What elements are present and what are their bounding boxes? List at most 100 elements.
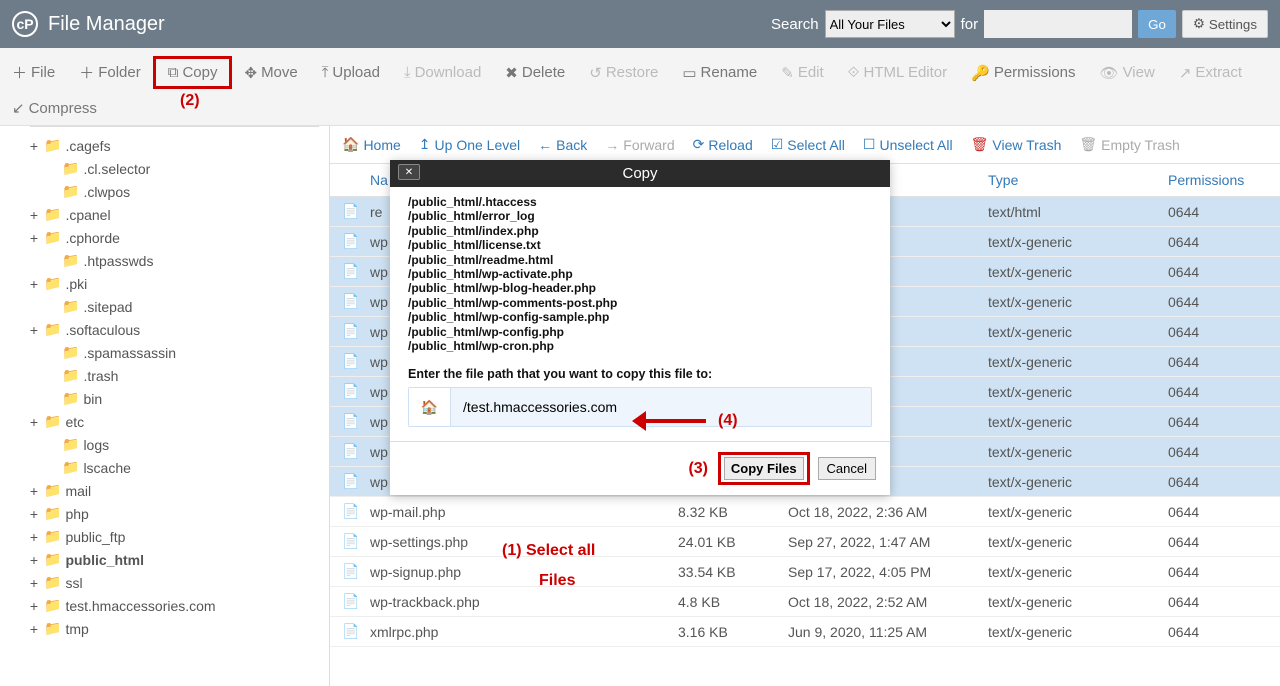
move-button[interactable]: ✥Move [232, 56, 309, 90]
x-icon: ✖ [505, 64, 518, 82]
tree-item[interactable]: 📁.htpasswds [28, 249, 329, 272]
tree-item[interactable]: 📁.sitepad [28, 295, 329, 318]
copy-icon: ⧉ [168, 64, 179, 81]
unselect-all-link[interactable]: ☐Unselect All [863, 136, 953, 153]
file-icon: 📄 [342, 503, 362, 520]
empty-trash-link[interactable]: 🗑Empty Trash [1079, 136, 1179, 153]
file-icon: 📄 [342, 563, 362, 580]
tree-item[interactable]: +📁.cpanel [28, 203, 329, 226]
path-toolbar: 🏠Home ↥Up One Level ←Back →Forward ⟳Relo… [330, 126, 1280, 164]
plus-icon: ＋ [12, 62, 27, 83]
tree-item[interactable]: +📁php [28, 502, 329, 525]
tree-item[interactable]: +📁test.hmaccessories.com [28, 594, 329, 617]
folder-icon: 📁 [44, 321, 61, 338]
up-one-level-link[interactable]: ↥Up One Level [419, 136, 520, 153]
copy-button[interactable]: ⧉Copy [153, 56, 233, 89]
file-icon: 📄 [342, 443, 362, 460]
annotation-3: (3) [688, 460, 708, 477]
tree-item[interactable]: 📁bin [28, 387, 329, 410]
extract-button[interactable]: ↗Extract [1167, 56, 1254, 90]
file-icon: 📄 [342, 473, 362, 490]
folder-icon: 📁 [62, 436, 79, 453]
folder-icon: 📁 [44, 528, 61, 545]
trash-icon: 🗑 [1079, 136, 1097, 153]
cancel-button[interactable]: Cancel [818, 457, 876, 480]
tree-item[interactable]: +📁mail [28, 479, 329, 502]
html-editor-button[interactable]: ⟐HTML Editor [836, 56, 959, 89]
gear-icon: ⚙ [1193, 16, 1205, 32]
table-row[interactable]: 📄wp-mail.php8.32 KBOct 18, 2022, 2:36 AM… [330, 497, 1280, 527]
dialog-prompt: Enter the file path that you want to cop… [408, 367, 872, 381]
tree-item[interactable]: +📁tmp [28, 617, 329, 640]
file-icon: 📄 [342, 323, 362, 340]
tree-item[interactable]: 📁.spamassassin [28, 341, 329, 364]
tree-item[interactable]: +📁ssl [28, 571, 329, 594]
tree-item[interactable]: 📁.cl.selector [28, 157, 329, 180]
back-link[interactable]: ←Back [538, 137, 587, 153]
tree-item[interactable]: +📁.cagefs [28, 134, 329, 157]
table-row[interactable]: 📄wp-settings.php24.01 KBSep 27, 2022, 1:… [330, 527, 1280, 557]
tree-item[interactable]: +📁.pki [28, 272, 329, 295]
view-button[interactable]: 👁View [1088, 56, 1167, 90]
dialog-close-button[interactable]: ✕ [398, 164, 420, 180]
folder-icon: 📁 [62, 390, 79, 407]
delete-button[interactable]: ✖Delete [493, 56, 577, 90]
view-trash-link[interactable]: 🗑View Trash [971, 136, 1062, 153]
tree-item[interactable]: +📁public_html [28, 548, 329, 571]
search-input[interactable] [984, 10, 1132, 38]
check-icon: ☑ [771, 136, 784, 153]
file-icon: 📄 [342, 413, 362, 430]
tree-item[interactable]: +📁.cphorde [28, 226, 329, 249]
download-button[interactable]: ⤓Download [392, 56, 493, 89]
back-icon: ← [538, 137, 552, 153]
folder-icon: 📁 [44, 229, 61, 246]
tree-item[interactable]: +📁etc [28, 410, 329, 433]
restore-icon: ↺ [589, 64, 602, 82]
table-row[interactable]: 📄xmlrpc.php3.16 KBJun 9, 2020, 11:25 AMt… [330, 617, 1280, 647]
file-button[interactable]: ＋File [0, 54, 67, 91]
eye-icon: 👁 [1100, 64, 1119, 82]
file-icon: 📄 [342, 533, 362, 550]
annotation-2: (2) [180, 92, 200, 110]
extract-icon: ↗ [1179, 64, 1192, 82]
tree-item[interactable]: +📁public_ftp [28, 525, 329, 548]
dialog-file-list: /public_html/.htaccess/public_html/error… [408, 195, 872, 353]
edit-button[interactable]: ✎Edit [769, 56, 835, 90]
folder-icon: 📁 [44, 206, 61, 223]
tree-item[interactable]: 📁logs [28, 433, 329, 456]
restore-button[interactable]: ↺Restore [577, 56, 670, 90]
tree-item[interactable]: 📁lscache [28, 456, 329, 479]
pencil-icon: ✎ [781, 64, 794, 82]
folder-icon: 📁 [44, 482, 61, 499]
permissions-button[interactable]: 🔑Permissions [959, 56, 1087, 90]
file-icon: 📄 [342, 263, 362, 280]
cpanel-logo: cP [12, 11, 38, 37]
tree-item[interactable]: +📁.softaculous [28, 318, 329, 341]
home-link[interactable]: 🏠Home [342, 136, 401, 153]
folder-icon: 📁 [44, 551, 61, 568]
trash-icon: 🗑 [971, 136, 989, 153]
copy-dialog: ✕ Copy /public_html/.htaccess/public_htm… [390, 160, 890, 495]
up-icon: ↥ [419, 136, 431, 153]
tree-item[interactable]: 📁.clwpos [28, 180, 329, 203]
annotation-1b: Files [539, 572, 575, 590]
for-label: for [961, 16, 979, 33]
folder-icon: 📁 [44, 620, 61, 637]
upload-button[interactable]: ⤒Upload [310, 56, 392, 89]
col-type[interactable]: Type [988, 172, 1168, 188]
settings-button[interactable]: ⚙Settings [1182, 10, 1268, 38]
go-button[interactable]: Go [1138, 10, 1176, 38]
table-row[interactable]: 📄wp-signup.php33.54 KBSep 17, 2022, 4:05… [330, 557, 1280, 587]
folder-button[interactable]: ＋Folder [67, 54, 153, 91]
file-icon: 📄 [342, 593, 362, 610]
reload-link[interactable]: ⟳Reload [693, 136, 753, 153]
tree-item[interactable]: 📁.trash [28, 364, 329, 387]
forward-link[interactable]: →Forward [605, 137, 674, 153]
copy-files-button[interactable]: Copy Files [724, 457, 804, 480]
col-permissions[interactable]: Permissions [1168, 172, 1268, 188]
search-scope-select[interactable]: All Your Files [825, 10, 955, 38]
compress-button[interactable]: ↙Compress [0, 91, 109, 125]
rename-button[interactable]: ▭Rename [670, 56, 769, 90]
select-all-link[interactable]: ☑Select All [771, 136, 845, 153]
table-row[interactable]: 📄wp-trackback.php4.8 KBOct 18, 2022, 2:5… [330, 587, 1280, 617]
